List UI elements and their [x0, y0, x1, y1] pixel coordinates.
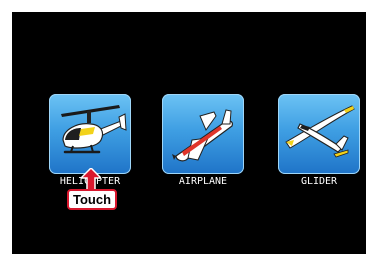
- up-arrow-icon: [81, 168, 101, 190]
- glider-button[interactable]: GLIDER: [278, 94, 360, 188]
- airplane-icon: [162, 94, 244, 174]
- glider-label: GLIDER: [300, 176, 338, 187]
- airplane-label: AIRPLANE: [178, 176, 228, 187]
- glider-icon: [278, 94, 360, 174]
- model-type-screen: HELICOPTER AIRPLANE: [12, 12, 366, 254]
- airplane-button[interactable]: AIRPLANE: [162, 94, 244, 188]
- helicopter-icon: [49, 94, 131, 174]
- touch-label: Touch: [67, 189, 118, 210]
